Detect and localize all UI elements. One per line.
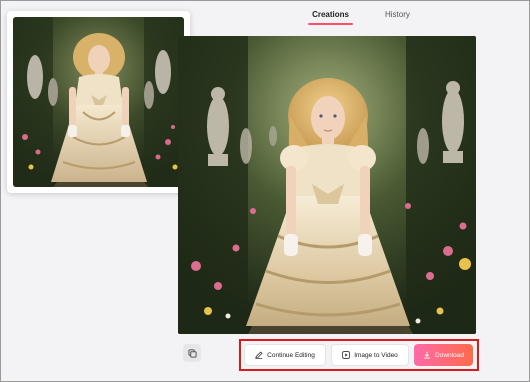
tab-creations[interactable]: Creations: [308, 4, 353, 25]
download-label: Download: [435, 351, 464, 359]
video-play-icon: [342, 351, 351, 359]
download-icon: [423, 351, 431, 359]
preview-image: [178, 36, 476, 334]
continue-editing-label: Continue Editing: [267, 351, 315, 359]
copy-icon: [187, 348, 197, 358]
tab-bar: Creations History: [191, 1, 530, 27]
image-to-video-label: Image to Video: [354, 351, 398, 359]
tab-history[interactable]: History: [381, 4, 414, 25]
action-bar: Continue Editing Image to Video Download: [239, 339, 479, 371]
image-to-video-button[interactable]: Image to Video: [331, 344, 409, 366]
download-button[interactable]: Download: [414, 344, 473, 366]
copy-button[interactable]: [183, 344, 201, 362]
pencil-icon: [255, 351, 263, 359]
continue-editing-button[interactable]: Continue Editing: [244, 344, 326, 366]
thumbnail-image: [13, 17, 184, 187]
thumbnail-card[interactable]: [7, 11, 190, 193]
thumbnail-image-art: [13, 17, 184, 187]
preview-image-art: [178, 36, 476, 334]
